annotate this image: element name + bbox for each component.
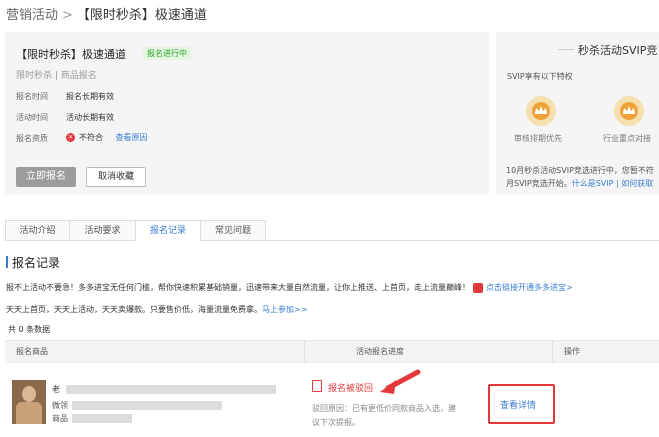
promo-line-1: 报不上活动不要急！多多进宝无任何门槛，帮你快速积累基础销量，迅速带来大量自然流量… bbox=[6, 282, 573, 293]
column-header-product: 报名商品 bbox=[16, 347, 48, 356]
svip-note-text: 月SVIP竞选开始。 bbox=[506, 179, 572, 188]
qualification-status: 不符合 bbox=[79, 133, 103, 142]
section-marker bbox=[6, 256, 8, 268]
column-divider bbox=[552, 340, 553, 362]
svip-subtitle: SVIP享有以下特权 bbox=[507, 72, 573, 81]
thumbnail-face bbox=[22, 386, 36, 402]
rejection-reason-cont: 议下次提报。 bbox=[312, 418, 360, 427]
breadcrumb-separator: > bbox=[62, 8, 73, 23]
product-name-text: 老 bbox=[52, 385, 60, 394]
tab-activity-intro[interactable]: 活动介绍 bbox=[5, 220, 70, 241]
svip-title-divider bbox=[558, 49, 574, 50]
rejection-reason: 驳回原因：已有更低价同款商品入选，建 bbox=[312, 404, 456, 413]
signup-time-label: 报名时间 bbox=[16, 92, 48, 101]
redacted-block bbox=[66, 385, 276, 394]
view-reason-link[interactable]: 查看原因 bbox=[116, 133, 148, 142]
product-meta: 微领 bbox=[52, 400, 222, 411]
record-count: 共 0 条数据 bbox=[8, 325, 51, 334]
product-meta-text: 微领 bbox=[52, 401, 68, 410]
tab-signup-records[interactable]: 报名记录 bbox=[135, 220, 201, 241]
breadcrumb: 营销活动 > 【限时秒杀】极速通道 bbox=[6, 4, 207, 23]
gift-icon bbox=[473, 282, 483, 293]
tab-faq[interactable]: 常见问题 bbox=[200, 220, 266, 241]
activity-title: 【限时秒杀】极速通道 bbox=[16, 48, 126, 61]
section-title: 报名记录 bbox=[12, 256, 61, 270]
svip-note-line1: 10月秒杀活动SVIP竞选进行中，您暂不符 bbox=[506, 166, 654, 175]
column-header-progress: 活动报名进度 bbox=[356, 347, 404, 356]
promo-link[interactable]: 点击链接开通多多进宝> bbox=[486, 283, 573, 292]
table-header bbox=[5, 340, 659, 362]
crown-icon bbox=[614, 96, 644, 126]
annotation-arrow-icon bbox=[380, 369, 421, 394]
activity-subtitle: 限时秒杀 | 商品报名 bbox=[16, 71, 97, 81]
activity-time-value: 活动长期有效 bbox=[66, 113, 114, 122]
error-icon: × bbox=[66, 133, 75, 142]
view-details-link[interactable]: 查看详情 bbox=[500, 398, 536, 411]
qualification-value: × 不符合 查看原因 bbox=[66, 132, 148, 143]
crown-icon bbox=[526, 96, 556, 126]
column-divider bbox=[304, 340, 305, 362]
tab-activity-requirements[interactable]: 活动要求 bbox=[69, 220, 136, 241]
svip-info-link[interactable]: 什么是SVIP | 如何获取 bbox=[572, 179, 654, 188]
signup-button[interactable]: 立即报名 bbox=[16, 167, 76, 187]
product-thumbnail bbox=[12, 380, 46, 424]
signup-time-value: 报名长期有效 bbox=[66, 92, 114, 101]
breadcrumb-parent[interactable]: 营销活动 bbox=[6, 8, 58, 23]
promo-text: 天天上首页，天天上活动，天天卖爆款。只要售价低，海量流量免费拿。 bbox=[6, 305, 262, 314]
svip-feature-label: 审核排期优先 bbox=[514, 134, 562, 143]
promo-text: 报不上活动不要急！多多进宝无任何门槛，帮你快速积累基础销量，迅速带来大量自然流量… bbox=[6, 283, 470, 292]
thumbnail-body bbox=[16, 402, 42, 424]
redacted-block bbox=[72, 401, 222, 410]
svip-note-line2: 月SVIP竞选开始。什么是SVIP | 如何获取 bbox=[506, 178, 653, 189]
document-icon bbox=[312, 380, 322, 392]
svip-feature-label: 行业重点对接 bbox=[603, 134, 651, 143]
status-badge: 报名进行中 bbox=[143, 47, 191, 60]
join-now-link[interactable]: 马上参加>> bbox=[262, 305, 307, 314]
cancel-favorite-button[interactable]: 取消收藏 bbox=[86, 167, 146, 187]
redacted-block bbox=[72, 414, 132, 423]
signup-status: 报名被驳回 bbox=[328, 384, 374, 394]
activity-time-label: 活动时间 bbox=[16, 113, 48, 122]
svip-title: 秒杀活动SVIP竞 bbox=[578, 44, 658, 57]
product-name[interactable]: 老 bbox=[52, 384, 276, 395]
qualification-label: 报名资质 bbox=[16, 134, 48, 143]
product-meta-text: 商品 bbox=[52, 414, 68, 423]
promo-line-2: 天天上首页，天天上活动，天天卖爆款。只要售价低，海量流量免费拿。马上参加>> bbox=[6, 304, 307, 315]
breadcrumb-current: 【限时秒杀】极速通道 bbox=[76, 8, 207, 23]
product-meta: 商品 bbox=[52, 413, 132, 424]
column-header-action: 操作 bbox=[564, 347, 580, 356]
